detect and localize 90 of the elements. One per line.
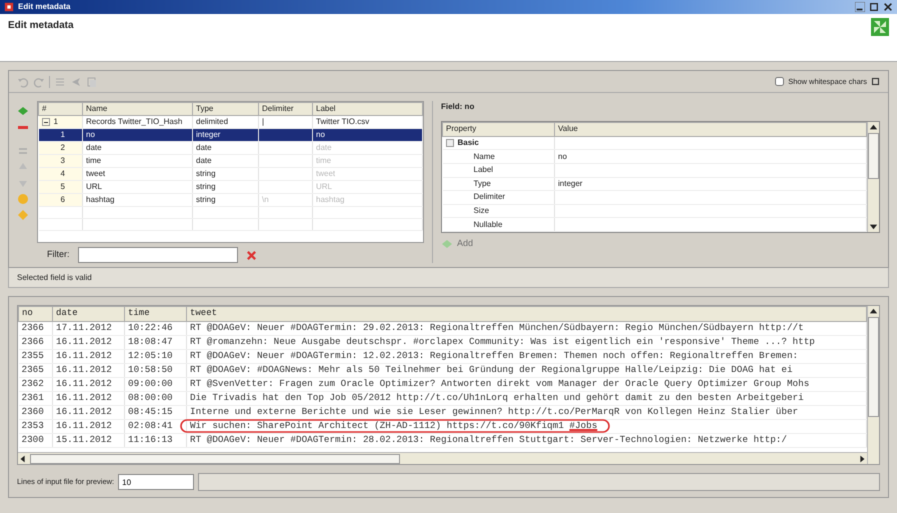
property-name: Delimiter [474, 191, 506, 204]
field-name: time [82, 154, 192, 168]
field-type: integer [192, 128, 258, 142]
property-name: Label [474, 164, 494, 176]
table-cell: RT @romanzehn: Neue Ausgabe deutschspr. #orclapex Community: Was ist eigentlich ein 'responsive' Theme ...? http [186, 335, 866, 349]
field-label: Twitter TIO.csv [316, 117, 370, 126]
table-cell: 16.11.2012 [52, 391, 124, 405]
table-cell: 16.11.2012 [52, 377, 124, 391]
table-cell: RT @DOAGeV: Neuer #DOAGTermin: 28.02.2013: Regionaltreffen Stuttgart: Server-Technologien: Netzwerke http:/ [186, 433, 866, 447]
field-delimiter: | [262, 117, 264, 126]
table-cell: 2355 [18, 349, 52, 363]
column-header[interactable]: time [124, 306, 186, 321]
window-title: Edit metadata [18, 1, 70, 13]
table-cell: 2353 [18, 419, 52, 433]
row-number: 3 [60, 155, 65, 166]
row-number: 1 [60, 129, 65, 140]
field-label: time [316, 156, 332, 165]
field-label: URL [316, 182, 332, 191]
table-cell: 10:58:50 [124, 363, 186, 377]
status-message: Selected field is valid [17, 272, 92, 284]
table-cell: 2362 [18, 377, 52, 391]
row-number: 5 [60, 181, 65, 192]
column-header[interactable]: Delimiter [258, 102, 312, 116]
field-name: no [82, 128, 192, 142]
field-name: tweet [82, 168, 192, 180]
table-cell: 2366 [18, 335, 52, 349]
field-delimiter: \n [262, 195, 269, 204]
field-type: date [192, 154, 258, 168]
table-cell: RT @DOAGeV: Neuer #DOAGTermin: 29.02.2013: Regionaltreffen München/Südbayern: Regio München/Südbayern http://t [186, 321, 866, 335]
table-cell: 16.11.2012 [52, 349, 124, 363]
table-cell: 09:00:00 [124, 377, 186, 391]
filter-label: Filter: [47, 248, 70, 262]
field-name: date [82, 142, 192, 154]
column-header[interactable]: Name [82, 102, 192, 116]
table-cell: Interne und externe Berichte und wie sie Leser gewinnen? http://t.co/PerMarqR von Kollegen Heinz Stalier über [186, 405, 866, 419]
field-label: tweet [316, 169, 336, 178]
table-cell: 17.11.2012 [52, 321, 124, 335]
field-name: URL [82, 180, 192, 194]
table-cell: 02:08:41 [124, 419, 186, 433]
dialog-title: Edit metadata [8, 19, 74, 33]
table-cell: 2361 [18, 391, 52, 405]
table-cell: 12:05:10 [124, 349, 186, 363]
table-cell: 18:08:47 [124, 335, 186, 349]
property-name: Size [474, 205, 490, 217]
row-number: 2 [60, 142, 65, 154]
table-cell: Wir suchen: SharePoint Architect (ZH-AD-1112) https://t.co/90Kfiqm1 #Jobs [186, 419, 866, 433]
property-group: Basic [458, 136, 479, 149]
preview-lines-field[interactable]: 10 [118, 474, 194, 490]
table-cell: 16.11.2012 [52, 363, 124, 377]
table-cell: RT @DOAGeV: Neuer #DOAGTermin: 12.02.2013: Regionaltreffen Bremen: Themen noch offen: Regionaltreffen Bremen: [186, 349, 866, 363]
property-name: Name [474, 150, 495, 162]
table-cell: 08:45:15 [124, 405, 186, 419]
column-header[interactable]: Value [554, 122, 866, 136]
property-value: no [558, 152, 567, 161]
field-type: string [192, 168, 258, 180]
field-label: no [316, 130, 325, 139]
property-value: integer [558, 178, 582, 188]
field-label: hashtag [316, 195, 344, 204]
row-number: 4 [60, 168, 65, 180]
column-header[interactable]: Type [192, 102, 258, 116]
table-cell: 16.11.2012 [52, 419, 124, 433]
column-header[interactable]: no [18, 306, 52, 321]
field-name: hashtag [82, 194, 192, 206]
table-cell: 16.11.2012 [52, 335, 124, 349]
column-header[interactable]: tweet [186, 306, 866, 321]
panel-title: Field: no [441, 101, 476, 113]
column-header[interactable]: Property [442, 122, 554, 136]
table-cell: 15.11.2012 [52, 433, 124, 447]
table-cell: RT @SvenVetter: Fragen zum Oracle Optimizer? Antworten direkt vom Manager der Oracle Query Optimizer Group Mohs [186, 377, 866, 391]
table-cell: Die Trivadis hat den Top Job 05/2012 http://t.co/Uh1nLorq erhalten und gehört damit zu den besten Arbeitgeberi [186, 391, 866, 405]
table-cell: 16.11.2012 [52, 405, 124, 419]
table-cell: 11:16:13 [124, 433, 186, 447]
property-name: Type [474, 178, 491, 190]
field-type: string [192, 180, 258, 194]
field-label: date [316, 143, 332, 152]
table-cell: 2300 [18, 433, 52, 447]
column-header[interactable]: # [38, 102, 82, 116]
table-cell: 10:22:46 [124, 321, 186, 335]
column-header[interactable]: Label [312, 102, 422, 116]
field-type: date [192, 142, 258, 154]
table-cell: 08:00:00 [124, 391, 186, 405]
property-name: Nullable [474, 218, 502, 231]
table-cell: 2360 [18, 405, 52, 419]
field-type: string [192, 194, 258, 206]
column-header[interactable]: date [52, 306, 124, 321]
row-number: 1 [54, 116, 58, 128]
row-number: 6 [60, 194, 65, 206]
table-cell: 2365 [18, 363, 52, 377]
table-cell: 2366 [18, 321, 52, 335]
table-cell: RT @DOAGeV: #DOAGNews: Mehr als 50 Teilnehmer bei Gründung der Regionalgruppe Halle/Leipzig: Die DOAG hat ei [186, 363, 866, 377]
